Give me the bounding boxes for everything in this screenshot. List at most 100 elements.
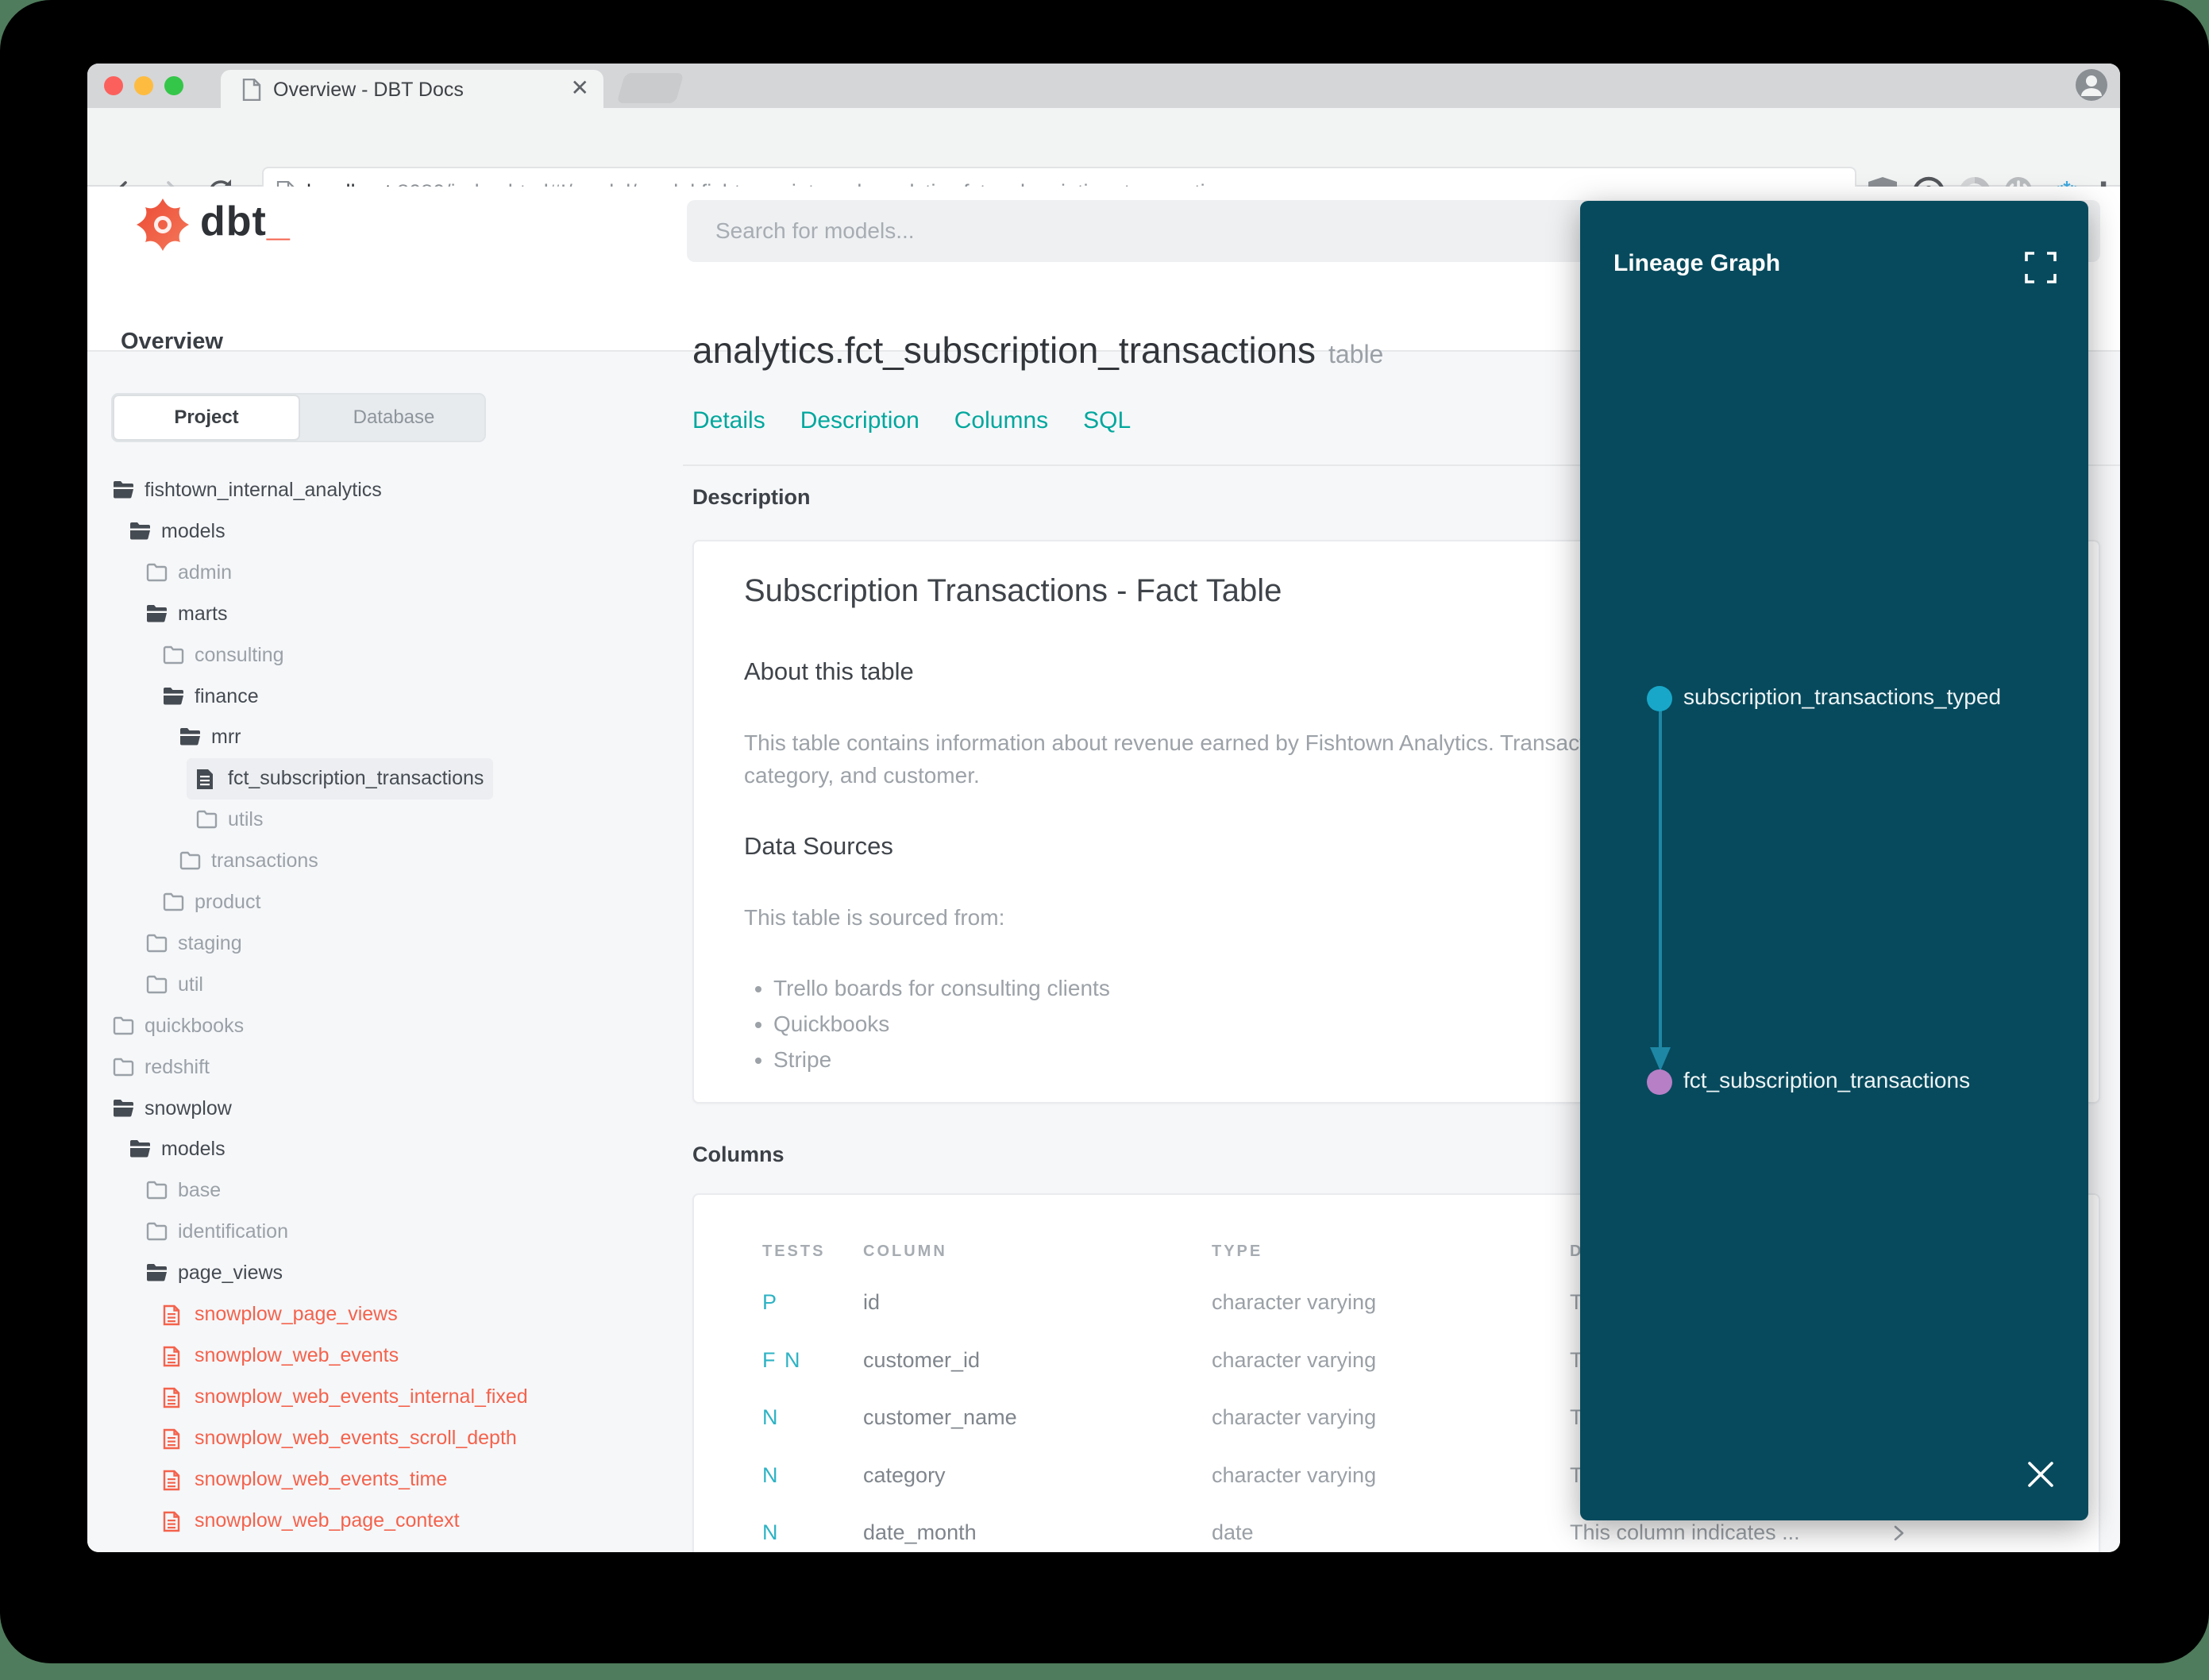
chevron-right-icon[interactable] <box>1889 1524 1908 1543</box>
browser-profile-button[interactable] <box>2076 69 2107 101</box>
folder-icon <box>113 1016 134 1035</box>
cell-description: This column indicates ... <box>1570 1520 1800 1544</box>
new-tab-button[interactable] <box>616 73 684 103</box>
column-header-tests: TESTS <box>762 1243 826 1260</box>
cell-tests: F N <box>762 1348 802 1372</box>
tree-item-snowplow_web_events_internal_fixed[interactable]: snowplow_web_events_internal_fixed <box>87 1377 683 1418</box>
tree-item-page_views[interactable]: page_views <box>87 1253 683 1294</box>
model-nav-link-columns[interactable]: Columns <box>954 407 1048 434</box>
close-window-button[interactable] <box>104 76 123 95</box>
close-icon <box>2028 1462 2053 1487</box>
page-title-badge: table <box>1328 340 1384 368</box>
tree-item-util[interactable]: util <box>87 965 683 1006</box>
folder-icon <box>146 1181 168 1200</box>
doc-title: Subscription Transactions - Fact Table <box>744 573 1282 608</box>
tree-item-consulting[interactable]: consulting <box>87 635 683 676</box>
tree-item-label: snowplow_web_page_context <box>195 1509 460 1532</box>
column-header-type: TYPE <box>1212 1243 1263 1260</box>
model-file-red-icon <box>163 1387 180 1408</box>
avatar-icon <box>2081 75 2102 96</box>
tree-item-label: models <box>161 1138 226 1160</box>
page-favicon <box>242 79 261 101</box>
model-file-red-icon <box>163 1511 180 1532</box>
tab-database[interactable]: Database <box>300 395 488 441</box>
sidebar-heading: Overview <box>121 329 223 354</box>
lineage-graph-panel: Lineage Graph subscription_transactions_… <box>1580 201 2088 1520</box>
folder-icon <box>146 1222 168 1241</box>
tree-item-label: marts <box>178 603 228 625</box>
tree-item-identification[interactable]: identification <box>87 1212 683 1253</box>
dbt-logo-text: dbt_ <box>200 198 291 245</box>
tree-item-snowplow[interactable]: snowplow <box>87 1089 683 1130</box>
doc-source-item: Trello boards for consulting clients <box>773 970 1110 1006</box>
doc-sources-list: Trello boards for consulting clientsQuic… <box>750 970 1110 1077</box>
tree-item-quickbooks[interactable]: quickbooks <box>87 1006 683 1047</box>
lineage-node-label[interactable]: fct_subscription_transactions <box>1683 1068 1970 1093</box>
tree-item-label: identification <box>178 1220 288 1243</box>
tree-item-base[interactable]: base <box>87 1170 683 1212</box>
model-nav-link-details[interactable]: Details <box>692 407 765 434</box>
cell-column: date_month <box>863 1520 977 1544</box>
tree-item-snowplow_web_events[interactable]: snowplow_web_events <box>87 1335 683 1377</box>
tab-close-icon[interactable]: ✕ <box>571 76 589 100</box>
zoom-window-button[interactable] <box>164 76 183 95</box>
tree-item-utils[interactable]: utils <box>87 800 683 841</box>
tree-item-label: consulting <box>195 644 284 666</box>
tree-item-snowplow_web_page_context[interactable]: snowplow_web_page_context <box>87 1501 683 1542</box>
tree-item-admin[interactable]: admin <box>87 553 683 594</box>
tree-item-label: transactions <box>211 850 318 872</box>
model-file-red-icon <box>163 1304 180 1326</box>
model-file-icon <box>197 769 213 789</box>
lineage-edge-arrow <box>1650 701 1671 1071</box>
tree-item-label: models <box>161 520 226 542</box>
folder-open-icon <box>114 1100 133 1117</box>
model-file-red-icon <box>163 1470 180 1491</box>
tree-item-label: page_views <box>178 1262 283 1284</box>
folder-icon <box>179 851 201 870</box>
tree-item-models[interactable]: models <box>87 511 683 553</box>
lineage-close-button[interactable] <box>2023 1457 2058 1492</box>
tree-item-snowplow_web_events_time[interactable]: snowplow_web_events_time <box>87 1459 683 1501</box>
tree-item-models[interactable]: models <box>87 1129 683 1170</box>
tree-item-redshift[interactable]: redshift <box>87 1047 683 1089</box>
tab-title: Overview - DBT Docs <box>273 79 464 101</box>
tree-item-product[interactable]: product <box>87 882 683 923</box>
tree-item-label: redshift <box>145 1056 210 1078</box>
tree-item-transactions[interactable]: transactions <box>87 841 683 882</box>
tree-item-label: staging <box>178 932 242 954</box>
folder-icon <box>146 563 168 582</box>
model-file-red-icon <box>163 1428 180 1450</box>
tree-item-staging[interactable]: staging <box>87 923 683 965</box>
lineage-node-label[interactable]: subscription_transactions_typed <box>1683 684 2001 710</box>
tree-item-mrr[interactable]: mrr <box>87 717 683 758</box>
tree-item-fishtown_internal_analytics[interactable]: fishtown_internal_analytics <box>87 470 683 511</box>
doc-source-item: Quickbooks <box>773 1006 1110 1042</box>
model-file-red-icon <box>163 1346 180 1367</box>
doc-source-item: Stripe <box>773 1042 1110 1077</box>
tree-item-marts[interactable]: marts <box>87 594 683 635</box>
tree-item-snowplow_web_events_scroll_depth[interactable]: snowplow_web_events_scroll_depth <box>87 1418 683 1459</box>
browser-tab[interactable]: Overview - DBT Docs ✕ <box>221 70 603 108</box>
folder-open-icon <box>130 1140 150 1158</box>
page-title: analytics.fct_subscription_transactions t… <box>692 329 1384 371</box>
tree-item-label: fishtown_internal_analytics <box>145 479 382 501</box>
tree-item-snowplow_page_views[interactable]: snowplow_page_views <box>87 1294 683 1335</box>
tab-project[interactable]: Project <box>113 395 300 441</box>
folder-open-icon <box>164 688 183 705</box>
tree-item-label: util <box>178 973 203 996</box>
lineage-node-dot-subscription_transactions_typed[interactable] <box>1647 686 1672 711</box>
cell-column: category <box>863 1463 946 1487</box>
browser-toolbar: localhost:8080/index.html#!/model/model.… <box>87 108 2120 218</box>
lineage-expand-button[interactable] <box>2023 250 2058 285</box>
cell-type: character varying <box>1212 1290 1377 1314</box>
tree-item-label: quickbooks <box>145 1015 245 1037</box>
browser-tab-strip: Overview - DBT Docs ✕ <box>87 64 2120 108</box>
minimize-window-button[interactable] <box>134 76 153 95</box>
tree-item-fct_subscription_transactions[interactable]: fct_subscription_transactions <box>87 758 683 800</box>
tree-item-label: snowplow <box>145 1097 232 1119</box>
tree-item-finance[interactable]: finance <box>87 676 683 718</box>
lineage-node-dot-fct_subscription_transactions[interactable] <box>1647 1069 1672 1095</box>
model-nav-link-description[interactable]: Description <box>800 407 919 434</box>
model-nav-link-sql[interactable]: SQL <box>1083 407 1131 434</box>
folder-open-icon <box>147 1264 167 1281</box>
